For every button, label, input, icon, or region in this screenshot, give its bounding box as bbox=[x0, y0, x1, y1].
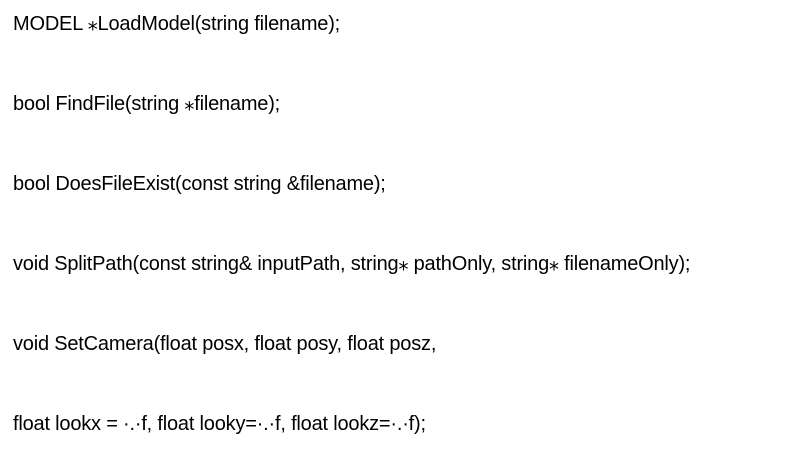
code-line-does-file-exist: bool DoesFileExist(const string &filenam… bbox=[13, 173, 386, 195]
code-line-set-camera-continued: float lookx = ·.·f, float looky=·.·f, fl… bbox=[13, 413, 426, 435]
code-line-load-model: MODEL ⁎LoadModel(string filename); bbox=[13, 13, 341, 35]
code-line-find-file: bool FindFile(string ⁎filename); bbox=[13, 93, 281, 115]
code-document: MODEL ⁎LoadModel(string filename); bool … bbox=[13, 0, 793, 457]
code-line-split-path: void SplitPath(const string& inputPath, … bbox=[13, 253, 691, 275]
code-line-set-camera: void SetCamera(float posx, float posy, f… bbox=[13, 333, 437, 355]
